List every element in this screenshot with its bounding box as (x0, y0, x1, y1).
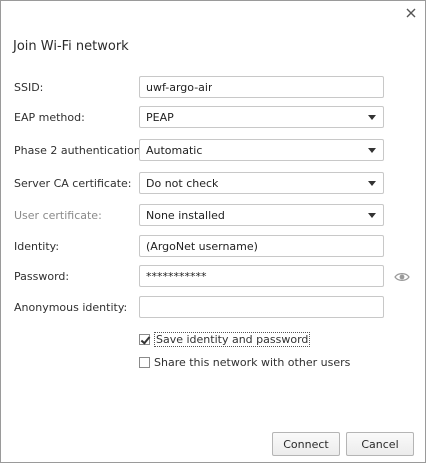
server-ca-value: Do not check (146, 176, 219, 190)
ssid-label: SSID: (14, 81, 44, 94)
connect-button[interactable]: Connect (272, 432, 340, 456)
phase2-label: Phase 2 authentication: (14, 144, 145, 157)
user-cert-label: User certificate: (14, 209, 102, 222)
phase2-select[interactable]: Automatic (139, 139, 384, 161)
identity-value: (ArgoNet username) (146, 239, 258, 253)
user-cert-select[interactable]: None installed (139, 204, 384, 226)
dialog-title: Join Wi-Fi network (13, 39, 129, 54)
chevron-down-icon (368, 114, 376, 120)
chevron-down-icon (368, 147, 376, 153)
join-wifi-dialog: Join Wi-Fi network SSID: uwf-argo-air EA… (0, 0, 426, 463)
identity-label: Identity: (14, 240, 60, 253)
share-network-option[interactable]: Share this network with other users (139, 356, 350, 369)
close-button[interactable] (400, 3, 422, 23)
phase2-value: Automatic (146, 143, 203, 157)
save-identity-label: Save identity and password (154, 332, 311, 347)
share-network-label: Share this network with other users (154, 356, 351, 369)
save-identity-checkbox[interactable] (139, 334, 150, 345)
anonymous-identity-label: Anonymous identity: (14, 301, 128, 314)
eap-method-select[interactable]: PEAP (139, 106, 384, 128)
chevron-down-icon (368, 180, 376, 186)
anonymous-identity-input[interactable] (139, 296, 384, 318)
identity-input[interactable]: (ArgoNet username) (139, 235, 384, 257)
server-ca-select[interactable]: Do not check (139, 172, 384, 194)
save-identity-option[interactable]: Save identity and password (139, 332, 311, 347)
password-label: Password: (14, 270, 70, 283)
password-input[interactable]: *********** (139, 265, 384, 287)
cancel-button[interactable]: Cancel (346, 432, 414, 456)
password-value: *********** (146, 269, 207, 283)
chevron-down-icon (368, 212, 376, 218)
share-network-checkbox[interactable] (139, 357, 150, 368)
ssid-value: uwf-argo-air (146, 80, 213, 94)
eye-icon[interactable] (394, 271, 410, 283)
server-ca-label: Server CA certificate: (14, 177, 132, 190)
ssid-input[interactable]: uwf-argo-air (139, 76, 384, 98)
eap-method-label: EAP method: (14, 111, 85, 124)
eap-method-value: PEAP (146, 110, 174, 124)
close-icon (406, 8, 416, 18)
user-cert-value: None installed (146, 208, 225, 222)
